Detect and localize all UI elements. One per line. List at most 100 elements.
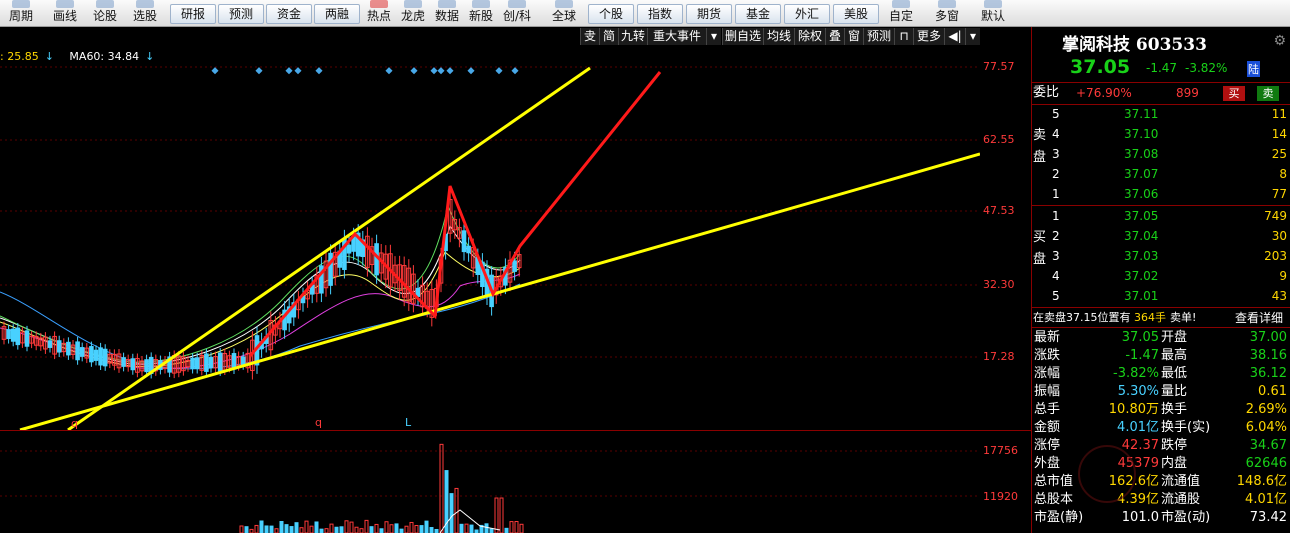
event-marker[interactable]: [255, 67, 263, 75]
candle: [43, 332, 48, 354]
candle: [213, 351, 218, 373]
buy-row[interactable]: 5 37.01 43: [1032, 287, 1290, 305]
sell-price: 37.06: [1124, 187, 1159, 201]
toolbar-item-screener[interactable]: 选股: [128, 0, 162, 26]
toolbar-button-margin[interactable]: 两融: [314, 4, 360, 24]
volume-bar: [459, 523, 464, 533]
chart-tool-exright[interactable]: 除权: [794, 28, 825, 45]
event-marker[interactable]: [315, 67, 323, 75]
event-marker[interactable]: [294, 67, 302, 75]
buy-row[interactable]: 4 37.02 9: [1032, 267, 1290, 285]
volume-bar: [499, 497, 504, 533]
chevron-down-icon[interactable]: ▾: [706, 28, 721, 45]
sell-side-label: 卖盘: [1033, 125, 1047, 169]
volume-chart[interactable]: [0, 432, 980, 533]
sell-row[interactable]: 2 37.07 8: [1032, 165, 1290, 183]
ratio-label: 委比: [1033, 85, 1060, 100]
toolbar-item-star-market[interactable]: 创/科: [499, 0, 535, 26]
event-marker[interactable]: [430, 67, 438, 75]
toolbar-item-period[interactable]: 周期: [4, 0, 38, 26]
toolbar-item-forum[interactable]: 论股: [88, 0, 122, 26]
buy-row[interactable]: 3 37.03 203: [1032, 247, 1290, 265]
toolbar-item-default[interactable]: 默认: [976, 0, 1010, 26]
volume-bar: [434, 528, 439, 533]
candle: [369, 237, 375, 274]
quote-value: 38.16: [1249, 348, 1287, 363]
toolbar-item-data[interactable]: 数据: [431, 0, 463, 26]
event-marker[interactable]: [467, 67, 475, 75]
quote-row: 总手 10.80万 换手 2.69%: [1032, 401, 1290, 419]
candle: [153, 354, 159, 376]
event-marker[interactable]: [511, 67, 519, 75]
chart-tool-more[interactable]: 更多: [913, 28, 944, 45]
event-markers[interactable]: [211, 67, 519, 75]
volume-bar: [314, 521, 319, 533]
watermark-logo: [1078, 445, 1136, 503]
chart-tool-simple[interactable]: 简: [599, 28, 618, 45]
stock-name: 掌阅科技: [1062, 35, 1130, 55]
event-marker[interactable]: [410, 67, 418, 75]
buy-row[interactable]: 1 37.05 749: [1032, 207, 1290, 225]
toolbar-button-research[interactable]: 研报: [170, 4, 216, 24]
toolbar-item-dragon[interactable]: 龙虎: [397, 0, 429, 26]
toolbar-item-multiwindow[interactable]: 多窗: [930, 0, 964, 26]
event-marker[interactable]: [446, 67, 454, 75]
toolbar-button-forecast[interactable]: 预测: [218, 4, 264, 24]
buy-button[interactable]: 买: [1223, 86, 1245, 101]
sell-row[interactable]: 4 37.10 14: [1032, 125, 1290, 143]
chart-tool-window[interactable]: 窗: [844, 28, 863, 45]
toolbar-item-draw[interactable]: 画线: [48, 0, 82, 26]
notice-detail-link[interactable]: 查看详细: [1235, 309, 1283, 327]
quote-value: 2.69%: [1245, 402, 1287, 417]
quote-label: 跌停: [1161, 438, 1188, 453]
toolbar-item-global[interactable]: 全球: [547, 0, 581, 26]
chart-tool-nine-turn[interactable]: 九转: [618, 28, 647, 45]
toolbar-button-stock[interactable]: 个股: [588, 4, 634, 24]
toolbar-item-ipo[interactable]: 新股: [465, 0, 497, 26]
candle-body: [466, 245, 471, 254]
candle-body: [208, 356, 214, 369]
toolbar-button-forex[interactable]: 外汇: [784, 4, 830, 24]
chart-tool-fa[interactable]: 叏: [580, 28, 599, 45]
event-marker[interactable]: [437, 67, 445, 75]
quote-value: 101.0: [1121, 510, 1159, 525]
chevron-down-icon[interactable]: ▾: [965, 28, 980, 45]
toolbar-button-fund[interactable]: 基金: [735, 4, 781, 24]
volume-bar: [359, 528, 364, 533]
lock-icon[interactable]: ⊓: [894, 28, 913, 45]
candle: [102, 344, 108, 371]
sell-row[interactable]: 5 37.11 11: [1032, 105, 1290, 123]
gear-icon[interactable]: ⚙: [1273, 33, 1286, 49]
chart-tool-ma[interactable]: 均线: [763, 28, 794, 45]
chart-tool-overlay[interactable]: 叠: [825, 28, 844, 45]
price-change: -1.47: [1146, 61, 1178, 75]
event-marker[interactable]: [385, 67, 393, 75]
data-icon: [438, 0, 456, 8]
event-marker[interactable]: [285, 67, 293, 75]
expand-panel-icon[interactable]: ◀|: [944, 28, 965, 45]
sell-row[interactable]: 3 37.08 25: [1032, 145, 1290, 163]
toolbar-item-hotspot[interactable]: 热点: [363, 0, 395, 26]
buy-row[interactable]: 2 37.04 30: [1032, 227, 1290, 245]
toolbar-button-us-stocks[interactable]: 美股: [833, 4, 879, 24]
toolbar-item-custom[interactable]: 自定: [884, 0, 918, 26]
price-chart[interactable]: q q L: [0, 46, 980, 430]
chart-tool-forecast[interactable]: 预测: [863, 28, 894, 45]
event-marker[interactable]: [211, 67, 219, 75]
toolbar-button-futures[interactable]: 期货: [686, 4, 732, 24]
candle: [6, 324, 11, 344]
quote-label: 最新: [1034, 330, 1061, 345]
chart-tool-remove-watchlist[interactable]: 删自选: [722, 28, 763, 45]
notice-volume: 364手: [1134, 311, 1166, 324]
sell-row[interactable]: 1 37.06 77: [1032, 185, 1290, 203]
event-marker[interactable]: [495, 67, 503, 75]
toolbar-button-funds[interactable]: 资金: [266, 4, 312, 24]
volume-bar: [329, 523, 334, 533]
candle-body: [130, 358, 136, 371]
sell-price: 37.07: [1124, 167, 1159, 181]
sell-button[interactable]: 卖: [1257, 86, 1279, 101]
chart-tool-major-events[interactable]: 重大事件: [647, 28, 706, 45]
volume-bar: [464, 523, 469, 533]
quote-value: 6.04%: [1245, 420, 1287, 435]
toolbar-button-index[interactable]: 指数: [637, 4, 683, 24]
